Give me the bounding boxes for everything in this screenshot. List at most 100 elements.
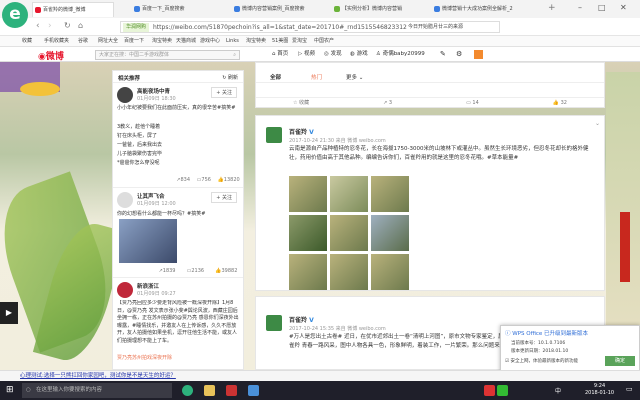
avatar[interactable] (266, 127, 282, 143)
post-images (289, 176, 409, 290)
bookmark[interactable]: 天猫商城 (176, 36, 196, 47)
notification-icon[interactable]: ▭ (626, 385, 633, 393)
author-name[interactable]: 新浪浙江 (137, 282, 159, 290)
avatar[interactable] (266, 315, 282, 331)
bookmarks-bar: 收藏 手机收藏夹 谷歌 网址大全 百度一下 淘宝特卖 天猫商城 游戏中心 Lin… (0, 36, 640, 47)
post-image[interactable] (371, 254, 409, 290)
tab-label: 微博内容营销案例_百度搜索 (242, 6, 305, 12)
tab-baidu-search[interactable]: 微博内容营销案例_百度搜索 (232, 2, 314, 17)
feature-checkbox[interactable]: ☑ 安全上网，体验最新版本的新功能 (505, 358, 578, 364)
avatar[interactable] (474, 50, 483, 59)
status-link[interactable]: 心理测试:选择一只熊扛回你家园吧，测试你是不是天生的好运？ (20, 371, 176, 381)
compose-icon[interactable]: ✎ (440, 50, 446, 59)
bookmark[interactable]: 百度一下 (124, 36, 144, 47)
bookmark[interactable]: 51美图 (272, 36, 288, 47)
nav-home[interactable]: ⌂ 首页 (272, 50, 288, 59)
bookmark[interactable]: 收藏 (22, 36, 32, 47)
search-hint[interactable]: 今日开始腊月廿三的来源 (408, 23, 538, 30)
post-image[interactable] (289, 176, 327, 212)
repost-button[interactable]: ↗1839 (159, 266, 176, 277)
maximize-button[interactable]: □ (598, 3, 606, 12)
tab-cases[interactable]: 微博营销十大成功案例全解析_2 (432, 2, 514, 17)
bookmark[interactable]: 淘宝特卖 (246, 36, 266, 47)
windows-start-icon[interactable]: ⊞ (6, 385, 14, 395)
forward-button[interactable]: › (48, 21, 52, 31)
browser-taskbar-icon[interactable] (182, 385, 193, 396)
home-button[interactable]: ⌂ (78, 21, 83, 30)
repost-count: 1839 (162, 268, 176, 274)
bookmark[interactable]: 手机收藏夹 (44, 36, 69, 47)
author-name[interactable]: 百雀羚 V (289, 315, 314, 324)
author-name[interactable]: 让其声飞合 (137, 192, 165, 200)
bookmark[interactable]: 谷歌 (78, 36, 88, 47)
post-image[interactable] (330, 176, 368, 212)
post-text: 你的幻想看什么都能一杯尽吗？#搞笑# (117, 211, 206, 217)
search-icon[interactable]: ⌕ (233, 51, 236, 59)
post-image[interactable] (330, 254, 368, 290)
taskbar-search[interactable]: ○ 在这里输入你要搜索的内容 (22, 383, 172, 398)
post-image[interactable] (371, 215, 409, 251)
like-button[interactable]: 👍 32 (553, 98, 567, 108)
author-name[interactable]: 百雀羚 V (289, 127, 314, 136)
weibo-search-input[interactable]: 大家正在搜：中国二手游戏群体 ⌕ (95, 50, 240, 60)
post-image[interactable] (371, 176, 409, 212)
chevron-down-icon[interactable]: ⌄ (595, 120, 600, 127)
topic-link[interactable]: 贾乃亮苏州拍戏深夜开除 (117, 354, 172, 361)
wechat-tray-icon[interactable] (497, 385, 508, 396)
bookmark[interactable]: Links (226, 36, 239, 47)
post-image[interactable] (330, 215, 368, 251)
follow-button[interactable]: + 关注 (211, 192, 237, 203)
minimize-button[interactable]: – (578, 3, 582, 12)
author-name[interactable]: 高能夜场中青 (137, 87, 170, 95)
bookmark[interactable]: 游戏中心 (200, 36, 220, 47)
ime-indicator[interactable]: 中 (555, 386, 561, 395)
clock-time: 9:24 (593, 383, 606, 389)
repost-button[interactable]: ↗834 (176, 175, 190, 186)
nav-user[interactable]: ♙ 奇偶baby20999 (376, 50, 425, 59)
ok-button[interactable]: 确定 (605, 356, 635, 366)
gear-icon[interactable]: ⚙ (456, 50, 462, 59)
avatar[interactable] (117, 282, 133, 298)
post-image[interactable] (289, 215, 327, 251)
new-tab-button[interactable]: + (548, 3, 556, 13)
avatar[interactable] (117, 192, 133, 208)
repost-button[interactable]: ↗ 3 (383, 98, 392, 108)
repost-count: 3 (388, 100, 393, 106)
nav-video[interactable]: ▷ 视频 (298, 50, 315, 59)
weibo-logo[interactable]: ◉微博 (38, 49, 64, 62)
like-button[interactable]: 👍39882 (215, 266, 237, 277)
tray-icon[interactable] (484, 385, 495, 396)
like-button[interactable]: 👍13820 (218, 175, 240, 186)
close-button[interactable]: ✕ (620, 3, 627, 12)
verified-icon: V (309, 129, 314, 136)
app-taskbar-icon[interactable] (248, 385, 259, 396)
bookmark[interactable]: 爱淘宝 (292, 36, 307, 47)
post-image[interactable] (289, 254, 327, 290)
avatar[interactable] (117, 87, 133, 103)
play-button[interactable]: ▶ (0, 302, 18, 324)
post-image[interactable] (119, 219, 177, 263)
follow-button[interactable]: + 关注 (211, 87, 237, 98)
bookmark[interactable]: 中国农产 (314, 36, 334, 47)
nav-game[interactable]: ◍ 游戏 (350, 50, 368, 59)
back-button[interactable]: ‹ (36, 21, 40, 31)
tab-all[interactable]: 全部 (270, 73, 281, 81)
refresh-button[interactable]: ↻ (64, 21, 71, 30)
nav-discover[interactable]: ◎ 发现 (324, 50, 342, 59)
tab-article[interactable]: 【实例分析】微博内容营销 (332, 2, 414, 17)
tab-hot[interactable]: 热门 (311, 73, 322, 81)
comment-button[interactable]: ▭2136 (187, 266, 204, 277)
bookmark[interactable]: 网址大全 (98, 36, 118, 47)
bookmark[interactable]: 淘宝特卖 (152, 36, 172, 47)
tab-weibo[interactable]: 百雀羚的微博_微博 (32, 2, 114, 17)
comment-button[interactable]: ▭756 (197, 175, 211, 186)
tab-more[interactable]: 更多 ⌄ (346, 73, 363, 81)
comment-button[interactable]: ▭ 14 (466, 98, 479, 108)
refresh-button[interactable]: ↻ 刷新 (222, 74, 238, 81)
post-time: 2017-10-24 15:35 来自 微博 weibo.com (289, 326, 386, 332)
clock[interactable]: 9:24 2018-01-10 (585, 383, 614, 397)
explorer-taskbar-icon[interactable] (204, 385, 215, 396)
app-taskbar-icon[interactable] (226, 385, 237, 396)
favorite-button[interactable]: ☆ 收藏 (293, 98, 309, 108)
tab-baidu[interactable]: 百度一下_百度搜索 (132, 2, 214, 17)
